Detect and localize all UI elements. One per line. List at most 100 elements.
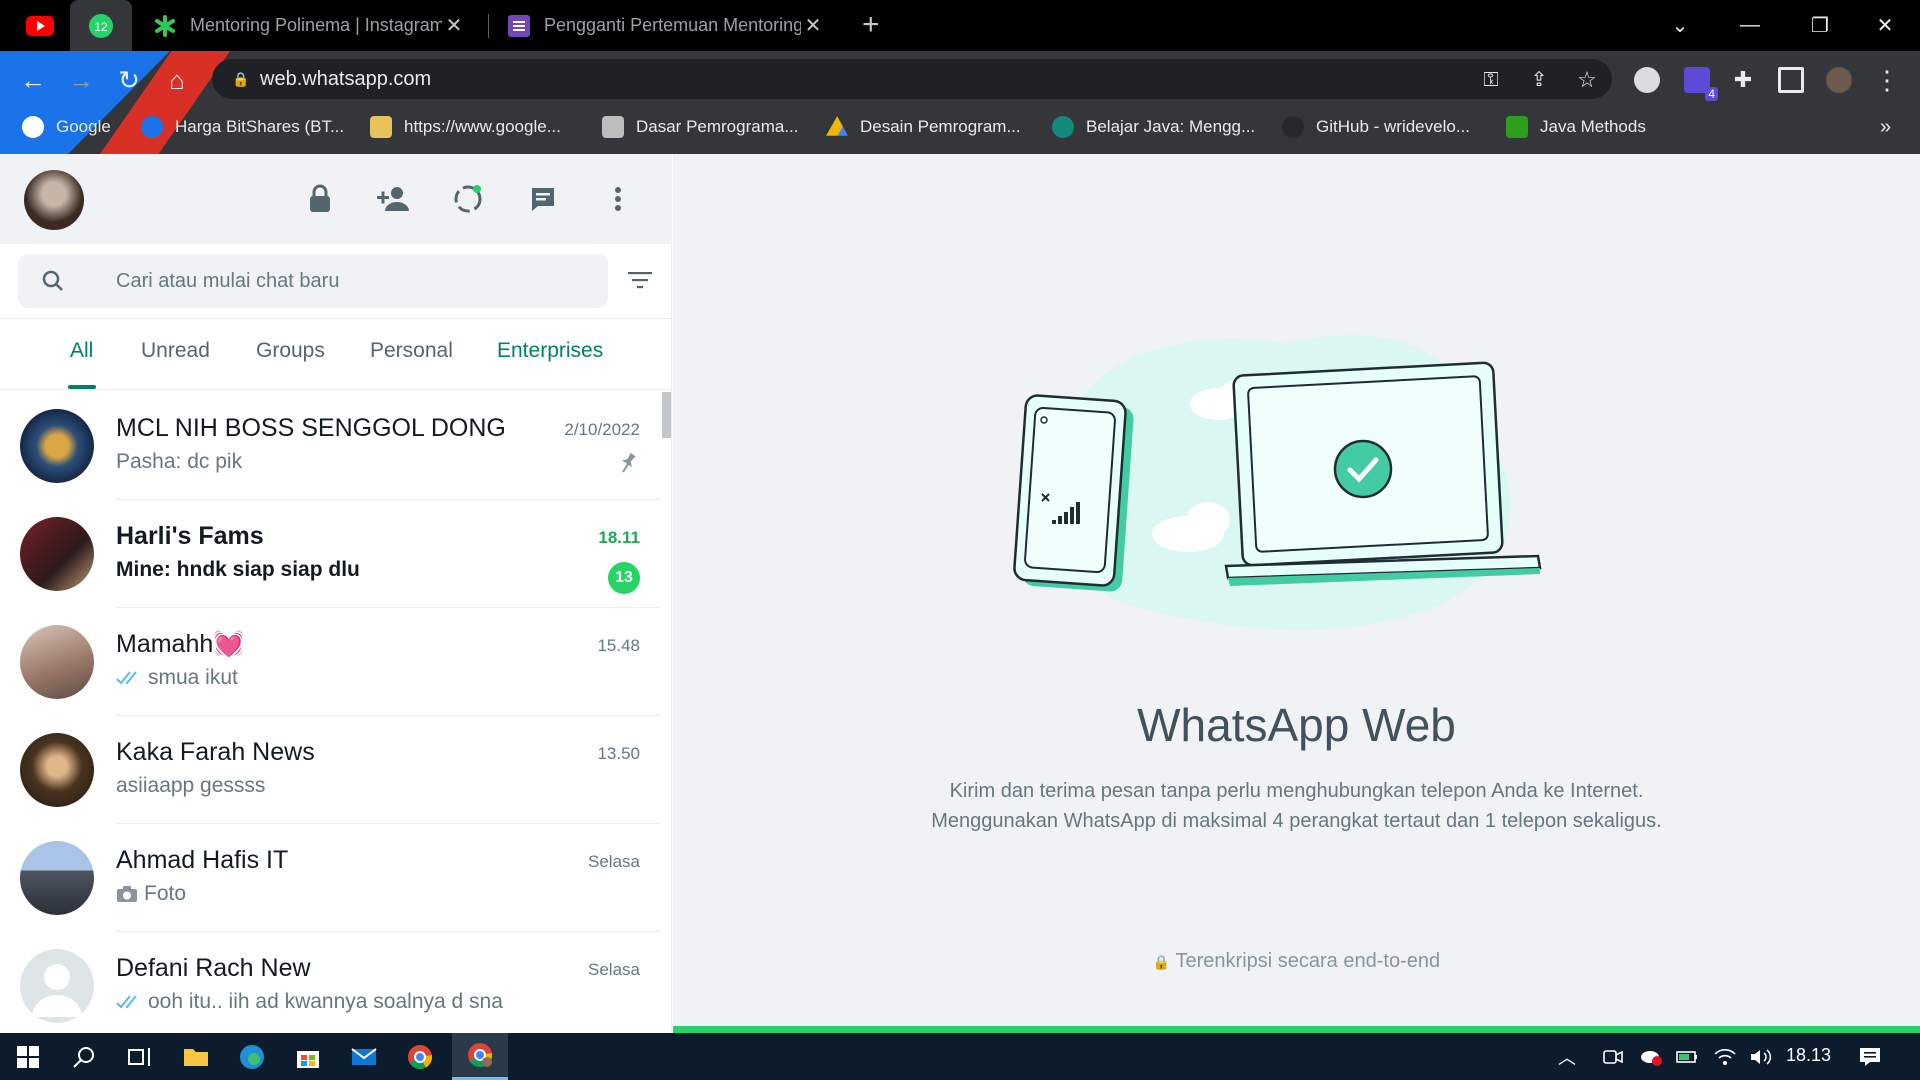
star-icon[interactable]: ☆ (1572, 65, 1602, 95)
store-icon[interactable] (280, 1033, 336, 1080)
chat-preview: ooh itu.. iih ad kwannya soalnya d sna (116, 990, 503, 1014)
new-chat-icon[interactable] (525, 181, 561, 217)
book-icon (602, 116, 624, 138)
filter-enterprises[interactable]: Enterprises (497, 339, 603, 363)
notification-center-icon[interactable] (1842, 1033, 1898, 1080)
extension-purple-icon[interactable]: 4 (1684, 67, 1718, 101)
search-input[interactable] (116, 254, 586, 308)
taskbar-clock[interactable]: 18.13 (1786, 1045, 1831, 1066)
restore-button[interactable]: ❐ (1785, 0, 1855, 51)
edge-icon[interactable] (224, 1033, 280, 1080)
chat-avatar (20, 517, 94, 591)
windows-start-icon[interactable] (0, 1033, 56, 1080)
mail-icon[interactable] (336, 1033, 392, 1080)
minimize-button[interactable]: — (1715, 0, 1785, 51)
chat-preview: Foto (116, 882, 186, 906)
bookmark-github[interactable]: GitHub - wridevelo... (1282, 107, 1470, 147)
tray-chevron-up-icon[interactable]: ︿ (1552, 1033, 1582, 1080)
tab-youtube[interactable] (10, 8, 70, 44)
status-icon[interactable] (450, 181, 486, 217)
chrome-icon[interactable] (392, 1033, 448, 1080)
chat-list-item[interactable]: Ahmad Hafis IT Foto Selasa (0, 824, 660, 932)
extension-c-icon[interactable] (1634, 67, 1660, 93)
chat-preview: Mine: hndk siap siap dlu (116, 558, 360, 581)
key-icon[interactable]: ⚿ (1476, 65, 1506, 95)
filter-all[interactable]: All (70, 339, 93, 363)
lock-icon[interactable] (302, 181, 338, 217)
close-window-button[interactable]: ✕ (1850, 0, 1920, 51)
share-icon[interactable]: ⇪ (1524, 65, 1554, 95)
tab-whatsapp[interactable]: 12 (70, 0, 132, 51)
bookmark-desain-pemrograman[interactable]: Desain Pemrogram... (826, 107, 1021, 147)
search-icon[interactable] (42, 270, 64, 292)
chat-time: 15.48 (597, 636, 640, 655)
site-icon (1052, 116, 1074, 138)
google-icon (22, 116, 44, 138)
chat-list-item[interactable]: Mamahh💓 smua ikut 15.48 (0, 608, 660, 716)
green-asterisk-icon (155, 14, 175, 37)
taskbar-search-icon[interactable] (56, 1033, 112, 1080)
chat-list-item[interactable]: Kaka Farah News asiiaapp gessss 13.50 (0, 716, 660, 824)
github-icon (1282, 116, 1304, 138)
puzzle-icon[interactable]: ✚ (1728, 65, 1758, 95)
filter-personal[interactable]: Personal (370, 339, 453, 363)
reload-icon[interactable]: ↻ (114, 65, 144, 95)
bookmark-dasar-pemrograman[interactable]: Dasar Pemrograma... (602, 107, 799, 147)
home-icon[interactable]: ⌂ (162, 65, 192, 95)
back-arrow-icon[interactable]: ← (18, 65, 48, 95)
intro-title: WhatsApp Web (1137, 699, 1456, 751)
filter-icon[interactable] (628, 270, 652, 290)
bitshares-icon (141, 116, 163, 138)
new-tab-button[interactable]: + (862, 10, 880, 40)
wifi-icon[interactable] (1710, 1033, 1740, 1080)
chat-list-scrollbar[interactable] (662, 392, 671, 438)
chat-preview: smua ikut (116, 666, 238, 690)
tab-pengganti-pertemuan[interactable]: Pengganti Pertemuan Mentoring ✕ (494, 0, 839, 51)
extension-badge: 4 (1705, 87, 1718, 101)
onedrive-error-icon[interactable] (1636, 1033, 1666, 1080)
intro-description: Kirim dan terima pesan tanpa perlu mengh… (931, 780, 1662, 832)
intro-panel: WhatsApp Web Kirim dan terima pesan tanp… (673, 154, 1920, 1033)
volume-icon[interactable] (1746, 1033, 1776, 1080)
tab-instagram-mentoring[interactable]: Mentoring Polinema | Instagram, ✕ (140, 0, 480, 51)
chat-list-item[interactable]: Harli's Fams Mine: hndk siap siap dlu 18… (0, 500, 660, 608)
menu-dots-icon[interactable] (600, 181, 636, 217)
chat-avatar (20, 841, 94, 915)
sidebar-header (0, 154, 672, 244)
add-contact-icon[interactable] (375, 181, 411, 217)
bookmark-belajar-java[interactable]: Belajar Java: Mengg... (1052, 107, 1255, 147)
bookmarks-overflow[interactable]: » (1880, 107, 1891, 147)
close-tab-icon[interactable]: ✕ (442, 13, 466, 38)
chat-time: 18.11 (598, 528, 640, 547)
tab-title: Mentoring Polinema | Instagram, (190, 15, 442, 35)
filter-groups[interactable]: Groups (256, 339, 325, 363)
bookmark-google-url[interactable]: https://www.google... (370, 107, 561, 147)
task-view-icon[interactable] (112, 1033, 168, 1080)
linked-devices-illustration (1013, 335, 1542, 630)
chrome-profile-active-icon[interactable] (452, 1033, 508, 1080)
bookmark-bitshares[interactable]: Harga BitShares (BT... (141, 107, 344, 147)
chat-sidebar: All Unread Groups Personal Enterprises M… (0, 154, 672, 1033)
bookmark-java-methods[interactable]: Java Methods (1506, 107, 1646, 147)
chat-list-item[interactable]: Defani Rach New ooh itu.. iih ad kwannya… (0, 932, 660, 1033)
meet-now-icon[interactable] (1598, 1033, 1628, 1080)
filter-unread[interactable]: Unread (141, 339, 210, 363)
close-tab-icon[interactable]: ✕ (801, 13, 825, 38)
chat-list-item[interactable]: MCL NIH BOSS SENGGOL DONG Pasha: dc pik … (0, 392, 660, 500)
chat-name: Harli's Fams (116, 522, 264, 550)
my-profile-avatar[interactable] (24, 170, 84, 230)
tab-search-chevron-icon[interactable]: ⌄ (1645, 0, 1715, 51)
browser-menu-icon[interactable]: ⋮ (1872, 65, 1902, 95)
double-tick-icon (116, 995, 137, 1009)
file-explorer-icon[interactable] (168, 1033, 224, 1080)
battery-icon[interactable] (1672, 1033, 1702, 1080)
profile-avatar[interactable] (1826, 67, 1852, 93)
bookmark-google[interactable]: Google (22, 107, 111, 147)
unread-count-badge: 13 (608, 562, 640, 594)
forward-arrow-icon[interactable]: → (66, 65, 96, 95)
search-bar (18, 254, 608, 308)
windows-taskbar: ︿ 18.13 (0, 1033, 1920, 1080)
chat-name: Mamahh💓 (116, 630, 245, 658)
address-bar[interactable]: 🔒 web.whatsapp.com (212, 59, 1612, 99)
sidepanel-icon[interactable] (1778, 67, 1804, 93)
